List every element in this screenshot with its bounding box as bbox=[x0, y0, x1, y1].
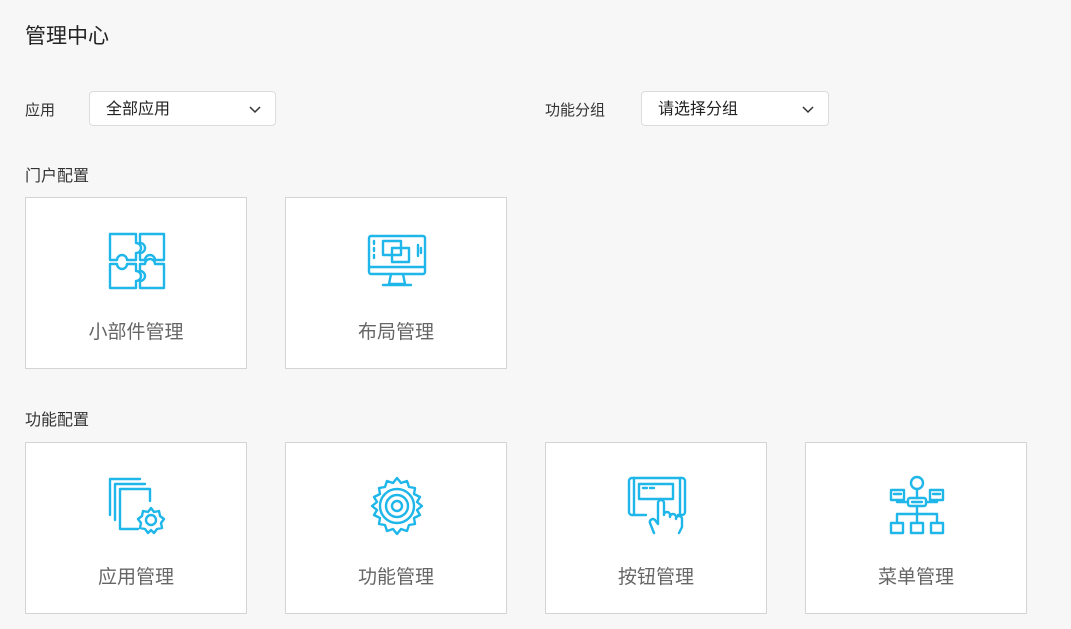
puzzle-icon bbox=[108, 232, 166, 290]
app-select[interactable]: 全部应用 bbox=[89, 91, 276, 126]
card-label: 小部件管理 bbox=[88, 321, 184, 343]
management-center-page: 管理中心 应用 全部应用 功能分组 请选择分组 门户配置 小部件管理 布局管理 … bbox=[0, 0, 1071, 629]
card-label: 应用管理 bbox=[97, 566, 174, 588]
portal-config-section-title: 门户配置 bbox=[25, 166, 90, 185]
button-management-card[interactable]: 按钮管理 bbox=[545, 442, 767, 614]
app-filter-label: 应用 bbox=[25, 101, 56, 119]
card-label: 布局管理 bbox=[357, 321, 434, 343]
group-filter-label: 功能分组 bbox=[545, 101, 606, 119]
card-label: 菜单管理 bbox=[877, 566, 954, 588]
app-settings-icon bbox=[108, 477, 166, 535]
group-select-value: 请选择分组 bbox=[658, 99, 739, 118]
monitor-layout-icon bbox=[367, 234, 427, 287]
app-select-value: 全部应用 bbox=[106, 99, 171, 118]
card-label: 功能管理 bbox=[357, 566, 434, 588]
function-config-section-title: 功能配置 bbox=[25, 410, 90, 429]
app-management-card[interactable]: 应用管理 bbox=[25, 442, 247, 614]
card-label: 按钮管理 bbox=[617, 566, 694, 588]
chevron-down-icon bbox=[249, 106, 261, 114]
page-title: 管理中心 bbox=[25, 24, 109, 48]
widget-management-card[interactable]: 小部件管理 bbox=[25, 197, 247, 369]
menu-management-card[interactable]: 菜单管理 bbox=[805, 442, 1027, 614]
function-management-card[interactable]: 功能管理 bbox=[285, 442, 507, 614]
layout-management-card[interactable]: 布局管理 bbox=[285, 197, 507, 369]
chevron-down-icon bbox=[802, 106, 814, 114]
gear-icon bbox=[370, 476, 424, 536]
group-select[interactable]: 请选择分组 bbox=[641, 91, 829, 126]
sitemap-icon bbox=[889, 475, 945, 535]
hand-click-icon bbox=[627, 476, 687, 535]
